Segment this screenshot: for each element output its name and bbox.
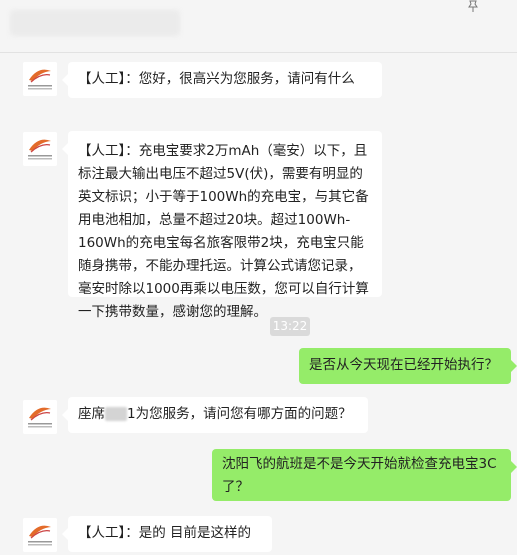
agent-avatar[interactable] <box>23 62 57 96</box>
message-text: 沈阳飞的航班是不是今天开始就检查充电宝3C了？ <box>222 456 497 495</box>
message-bubble-user: 是否从今天现在已经开始执行？ <box>299 348 517 384</box>
pin-icon[interactable] <box>465 0 481 14</box>
message-bubble-user: 沈阳飞的航班是不是今天开始就检查充电宝3C了？ <box>212 449 517 501</box>
message-bubble-agent: 【人工】：您好，很高兴为您服务，请问有什么 <box>62 62 382 98</box>
message-text: 是否从今天现在已经开始执行？ <box>309 357 498 373</box>
message-bubble-agent: 座席 1为您服务，请问您有哪方面的问题？ <box>62 397 368 433</box>
message-text: 【人工】：充电宝要求2万mAh（毫安）以下，且标注最大输出电压不超过5V(伏)，… <box>78 143 369 320</box>
timestamp: 13:22 <box>270 317 310 336</box>
message-bubble-agent: 【人工】：是的 目前是这样的 <box>62 516 272 552</box>
message-text: 【人工】：是的 目前是这样的 <box>78 525 252 541</box>
message-text-suffix: 1为您服务，请问您有哪方面的问题？ <box>127 406 352 422</box>
chat-title-redacted <box>10 10 180 36</box>
redacted-name <box>105 407 127 421</box>
message-bubble-agent: 【人工】：充电宝要求2万mAh（毫安）以下，且标注最大输出电压不超过5V(伏)，… <box>62 131 382 320</box>
chat-header <box>0 0 517 53</box>
agent-avatar[interactable] <box>23 518 57 552</box>
message-text-prefix: 座席 <box>78 406 105 422</box>
message-text: 【人工】：您好，很高兴为您服务，请问有什么 <box>78 71 355 87</box>
agent-avatar[interactable] <box>23 132 57 166</box>
agent-avatar[interactable] <box>23 400 57 434</box>
